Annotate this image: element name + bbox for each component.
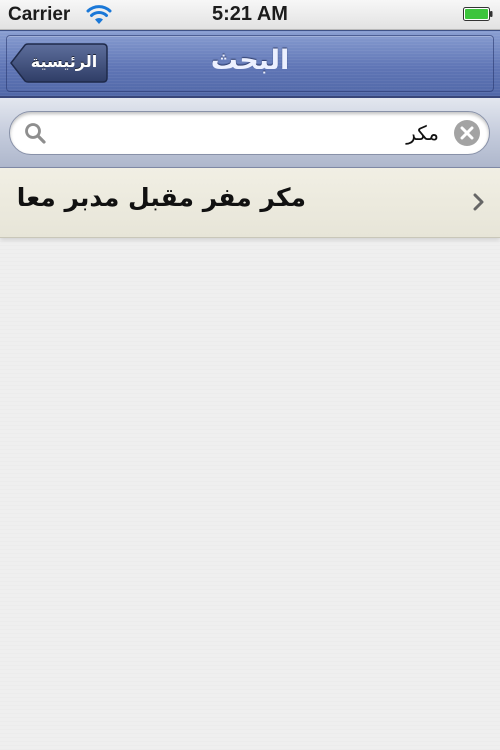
- chevron-right-icon: [473, 193, 484, 211]
- search-input[interactable]: [58, 118, 439, 148]
- clear-icon[interactable]: [453, 119, 481, 147]
- status-bar: Carrier 5:21 AM: [0, 0, 500, 30]
- search-bar: [0, 98, 500, 168]
- status-time: 5:21 AM: [212, 3, 288, 25]
- search-icon: [25, 123, 46, 144]
- search-field[interactable]: [9, 111, 490, 155]
- list-item-label: مكر مفر مقبل مدبر معا: [16, 183, 306, 212]
- battery-icon: [463, 7, 493, 21]
- navigation-bar: الرئيسية البحث: [0, 30, 500, 98]
- list-item[interactable]: مكر مفر مقبل مدبر معا: [0, 168, 500, 238]
- page-title: البحث: [210, 45, 290, 75]
- content-background: [0, 238, 500, 750]
